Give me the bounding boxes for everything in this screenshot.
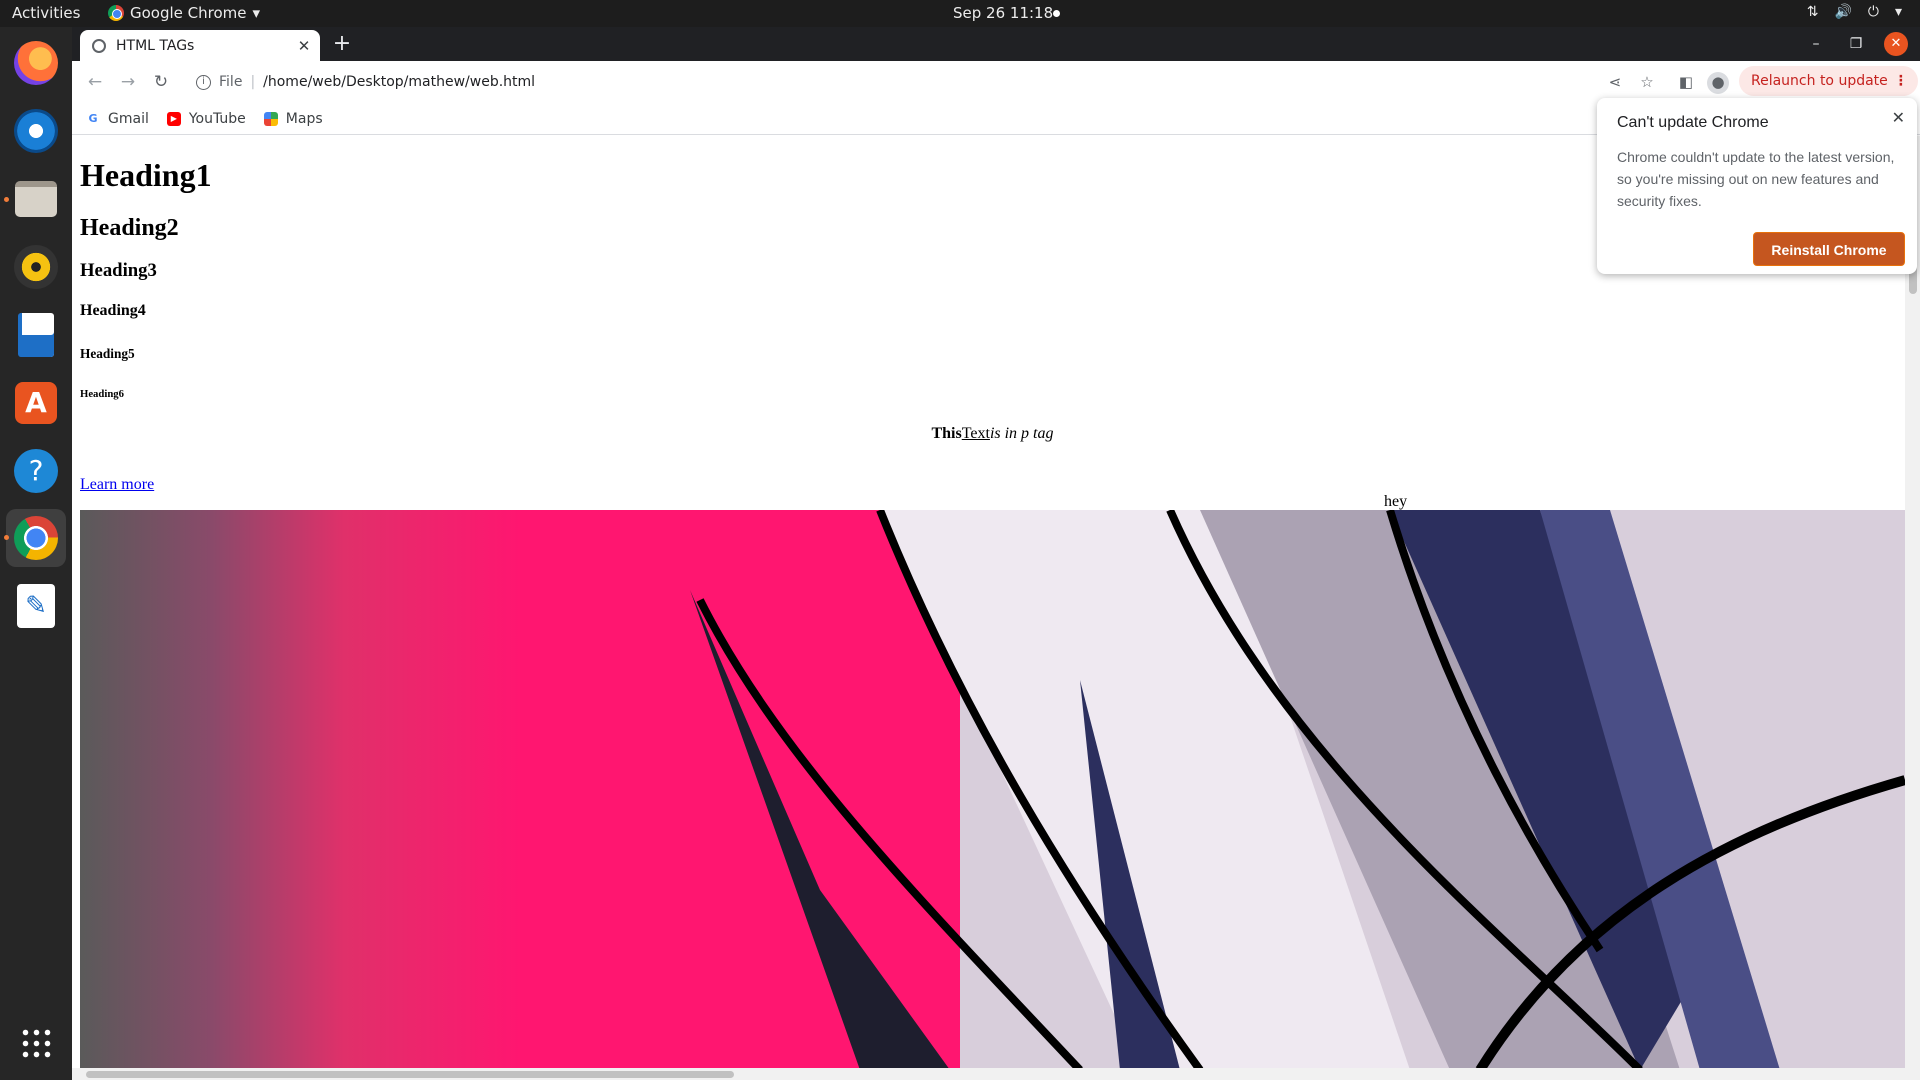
text-editor-launcher[interactable]: ✎ (12, 582, 60, 630)
help-icon: ? (14, 449, 58, 493)
info-icon[interactable]: i (196, 74, 211, 90)
app-menu[interactable]: Google Chrome ▾ (108, 4, 260, 22)
url-text[interactable]: /home/web/Desktop/mathew/web.html (263, 74, 535, 90)
page-viewport[interactable]: Heading1 Heading2 Heading3 Heading4 Head… (72, 136, 1905, 1068)
paragraph-bold: This (931, 425, 962, 442)
learn-more-link[interactable]: Learn more (80, 476, 154, 494)
paragraph-underlined: Text (961, 425, 990, 442)
abstract-wallpaper-image (80, 510, 1905, 1068)
heading-6: Heading6 (80, 388, 124, 400)
app-name: Google Chrome (130, 4, 247, 22)
dialog-title: Can't update Chrome (1617, 114, 1769, 131)
horizontal-scrollbar[interactable] (72, 1068, 1920, 1080)
toolbar: ← → ↻ i File | /home/web/Desktop/mathew/… (72, 61, 1920, 103)
chrome-icon (14, 516, 58, 560)
heading-5: Heading5 (80, 346, 135, 361)
menu-kebab-icon[interactable]: ⋮ (1894, 66, 1908, 96)
dialog-body: Chrome couldn't update to the latest ver… (1617, 149, 1895, 209)
thunderbird-icon (14, 109, 58, 153)
clock[interactable]: Sep 26 11:18 (953, 4, 1053, 22)
app-grid-button[interactable] (12, 1019, 60, 1067)
firefox-launcher[interactable] (12, 39, 60, 87)
url-separator: | (250, 74, 256, 90)
running-indicator (4, 535, 9, 540)
new-tab-button[interactable]: + (330, 33, 354, 57)
power-icon: ⏻ (1867, 4, 1879, 20)
profile-avatar-icon[interactable]: ● (1707, 72, 1729, 94)
address-bar[interactable]: i File | /home/web/Desktop/mathew/web.ht… (184, 66, 1614, 98)
software-launcher[interactable]: A (12, 379, 60, 427)
close-window-button[interactable]: ✕ (1884, 32, 1908, 56)
youtube-icon: ▶ (166, 111, 181, 126)
paragraph: ThisTextis in p tag (80, 425, 1905, 443)
running-indicator (4, 197, 9, 202)
firefox-icon (14, 41, 58, 85)
tab-title: HTML TAGs (116, 37, 195, 54)
bookmark-label: YouTube (188, 110, 246, 127)
top-bar: Activities Google Chrome ▾ Sep 26 11:18 … (0, 0, 1920, 27)
cant-update-chrome-dialog: Can't update Chrome ✕ Chrome couldn't up… (1597, 98, 1917, 274)
volume-icon: 🔊 (1834, 4, 1852, 20)
rhythmbox-icon (14, 245, 58, 289)
close-icon[interactable]: ✕ (1892, 108, 1905, 128)
heading-2: Heading2 (80, 215, 179, 241)
chrome-icon (108, 5, 124, 21)
share-icon[interactable]: ⋖ (1604, 72, 1626, 94)
globe-icon (92, 38, 106, 53)
reload-button[interactable]: ↻ (148, 69, 174, 95)
google-g-icon: G (88, 111, 98, 125)
notification-dot (1053, 10, 1060, 17)
files-icon (15, 181, 57, 217)
dock: A ? ✎ (0, 27, 72, 1080)
restore-button[interactable]: ❐ (1844, 32, 1868, 56)
url-scheme: File (219, 74, 243, 90)
heading-4: Heading4 (80, 302, 146, 319)
writer-icon (18, 313, 54, 357)
scrollbar-thumb[interactable] (86, 1071, 734, 1078)
bookmark-star-icon[interactable]: ☆ (1636, 72, 1658, 94)
files-launcher[interactable] (12, 175, 60, 223)
relaunch-to-update-button[interactable]: Relaunch to update ⋮ (1739, 66, 1918, 96)
heading-1: Heading1 (80, 157, 212, 193)
text-editor-icon: ✎ (17, 584, 55, 628)
reinstall-chrome-button[interactable]: Reinstall Chrome (1753, 232, 1905, 266)
chevron-down-icon: ▾ (252, 4, 261, 22)
bookmark-youtube[interactable]: ▶ YouTube (166, 110, 246, 127)
vertical-scrollbar[interactable] (1905, 136, 1920, 1068)
tab-strip: HTML TAGs ✕ + – ❐ ✕ (72, 27, 1920, 61)
side-panel-icon[interactable]: ◧ (1675, 72, 1697, 94)
bookmark-label: Maps (285, 110, 323, 127)
back-button[interactable]: ← (82, 69, 108, 95)
chrome-launcher[interactable] (12, 514, 60, 562)
maps-pin-icon (263, 111, 278, 126)
bookmark-maps[interactable]: Maps (263, 110, 323, 127)
tab-html-tags[interactable]: HTML TAGs ✕ (80, 30, 320, 61)
writer-launcher[interactable] (12, 311, 60, 359)
minimize-button[interactable]: – (1804, 32, 1828, 56)
network-icon: ⇅ (1806, 4, 1819, 20)
software-icon: A (15, 382, 57, 424)
hey-text: hey (1384, 493, 1408, 510)
relaunch-label: Relaunch to update (1751, 73, 1888, 89)
thunderbird-launcher[interactable] (12, 107, 60, 155)
heading-3: Heading3 (80, 260, 157, 281)
bookmark-label: Gmail (108, 110, 149, 127)
forward-button[interactable]: → (115, 69, 141, 95)
close-tab-icon[interactable]: ✕ (292, 37, 316, 55)
paragraph-italic: is in p tag (989, 425, 1054, 442)
bookmark-gmail[interactable]: G Gmail (86, 110, 149, 127)
chevron-down-icon: ▾ (1894, 4, 1902, 20)
system-tray[interactable]: ⇅ 🔊 ⏻ ▾ (1807, 4, 1902, 20)
app-grid-icon (20, 1027, 52, 1059)
chrome-window: HTML TAGs ✕ + – ❐ ✕ ← → ↻ i File | /home… (72, 27, 1920, 1080)
rhythmbox-launcher[interactable] (12, 243, 60, 291)
activities-button[interactable]: Activities (12, 4, 80, 22)
help-launcher[interactable]: ? (12, 447, 60, 495)
